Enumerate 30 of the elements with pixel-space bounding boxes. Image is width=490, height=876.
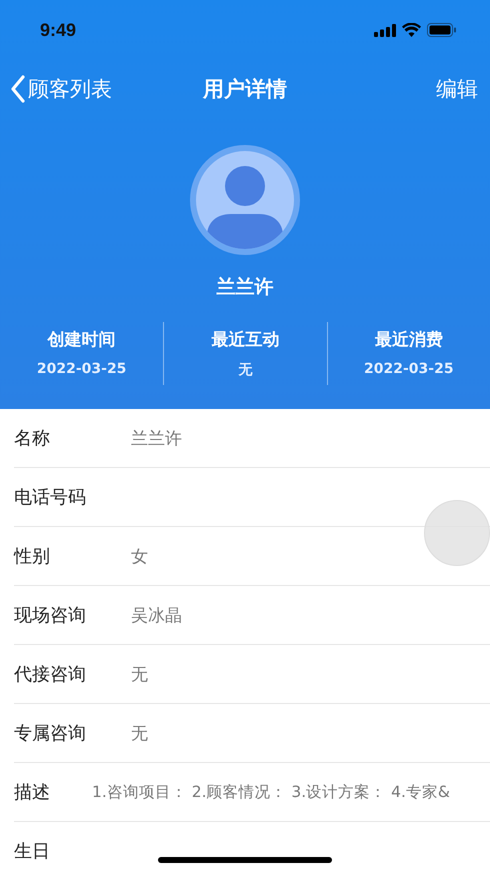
field-label: 代接咨询 <box>14 663 87 686</box>
battery-icon <box>427 23 456 37</box>
status-time: 9:49 <box>40 20 76 40</box>
wifi-icon <box>402 23 421 37</box>
field-value: 无 <box>131 722 148 744</box>
chevron-left-icon <box>10 75 26 103</box>
stat-label: 最近消费 <box>374 329 443 351</box>
field-label: 性别 <box>14 545 51 568</box>
stat-label: 创建时间 <box>48 329 116 351</box>
field-label: 描述 <box>14 781 51 804</box>
customer-name: 兰兰许 <box>216 275 274 300</box>
back-button[interactable]: 顾客列表 <box>10 75 112 103</box>
edit-button[interactable]: 编辑 <box>436 75 478 103</box>
signal-icon <box>374 24 396 36</box>
page-title: 用户详情 <box>203 76 287 103</box>
stat-value: 2022-03-25 <box>36 361 126 377</box>
field-label: 专属咨询 <box>14 722 87 745</box>
stat-label: 最近互动 <box>211 329 280 351</box>
field-value: 女 <box>131 546 148 568</box>
field-label: 电话号码 <box>14 486 87 509</box>
stat-value: 无 <box>238 361 252 379</box>
field-value: 兰兰许 <box>131 428 182 450</box>
field-label: 名称 <box>14 427 51 450</box>
field-value: 吴冰晶 <box>131 604 182 626</box>
avatar-icon <box>189 144 301 256</box>
field-label: 生日 <box>14 840 51 863</box>
stat-value: 2022-03-25 <box>364 361 454 377</box>
field-value: 无 <box>131 664 148 686</box>
field-value: 1.咨询项目： 2.顾客情况： 3.设计方案： 4.专家& <box>92 782 450 802</box>
field-label: 现场咨询 <box>14 604 87 627</box>
